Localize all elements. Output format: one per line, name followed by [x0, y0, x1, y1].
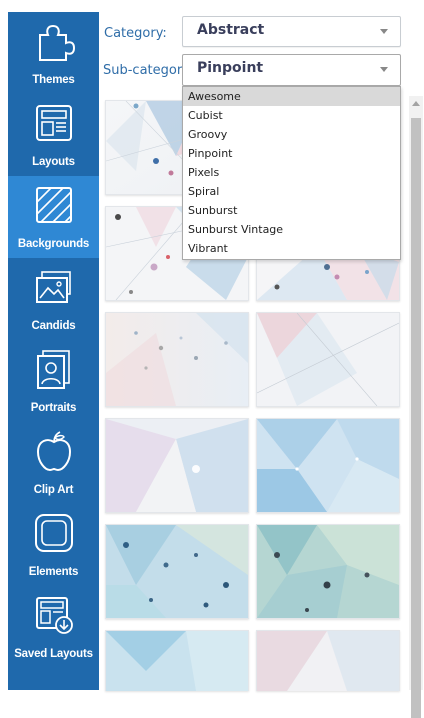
- sidebar-item-themes[interactable]: Themes: [8, 12, 99, 94]
- dropdown-option-vibrant[interactable]: Vibrant: [183, 239, 400, 258]
- background-thumbnail[interactable]: [256, 418, 400, 513]
- dropdown-option-sunburst[interactable]: Sunburst: [183, 201, 400, 220]
- sidebar-item-saved-layouts[interactable]: Saved Layouts: [8, 586, 99, 668]
- rounded-square-icon: [33, 512, 75, 554]
- category-select[interactable]: Abstract: [182, 16, 401, 47]
- puzzle-icon: [33, 20, 75, 62]
- category-value: Abstract: [197, 22, 265, 38]
- subcategory-dropdown-list: Awesome Cubist Groovy Pinpoint Pixels Sp…: [182, 86, 401, 260]
- category-label: Category:: [104, 26, 167, 41]
- layout-icon: [33, 102, 75, 144]
- sidebar-item-clip-art[interactable]: Clip Art: [8, 422, 99, 504]
- subcategory-select[interactable]: Pinpoint: [182, 54, 401, 86]
- dropdown-option-spiral[interactable]: Spiral: [183, 182, 400, 201]
- scroll-up-arrow-icon[interactable]: [412, 101, 420, 106]
- background-thumbnail[interactable]: [105, 312, 249, 407]
- sidebar: Themes Layouts Backgrounds Candids Portr…: [8, 12, 99, 690]
- background-thumbnail[interactable]: [256, 524, 400, 619]
- hatched-square-icon: [33, 184, 75, 226]
- sidebar-item-backgrounds[interactable]: Backgrounds: [8, 176, 99, 258]
- sidebar-item-elements[interactable]: Elements: [8, 504, 99, 586]
- portrait-icon: [33, 348, 75, 390]
- background-thumbnail[interactable]: [256, 312, 400, 407]
- background-thumbnail[interactable]: [105, 630, 249, 691]
- dropdown-option-cubist[interactable]: Cubist: [183, 106, 400, 125]
- dropdown-option-awesome[interactable]: Awesome: [183, 87, 400, 106]
- subcategory-label: Sub-category:: [103, 63, 194, 78]
- photo-icon: [33, 266, 75, 308]
- chevron-down-icon: [380, 67, 388, 72]
- sidebar-item-portraits[interactable]: Portraits: [8, 340, 99, 422]
- sidebar-item-layouts[interactable]: Layouts: [8, 94, 99, 176]
- scrollbar[interactable]: [409, 96, 423, 718]
- background-thumbnail[interactable]: [256, 630, 400, 691]
- dropdown-option-sunburst-vintage[interactable]: Sunburst Vintage: [183, 220, 400, 239]
- chevron-down-icon: [380, 29, 388, 34]
- background-thumbnail[interactable]: [105, 418, 249, 513]
- background-thumbnail[interactable]: [105, 524, 249, 619]
- dropdown-option-pinpoint[interactable]: Pinpoint: [183, 144, 400, 163]
- dropdown-option-groovy[interactable]: Groovy: [183, 125, 400, 144]
- saved-layout-icon: [33, 594, 75, 636]
- dropdown-option-pixels[interactable]: Pixels: [183, 163, 400, 182]
- apple-icon: [33, 430, 75, 472]
- sidebar-item-candids[interactable]: Candids: [8, 258, 99, 340]
- subcategory-value: Pinpoint: [197, 60, 264, 76]
- scrollbar-thumb[interactable]: [411, 118, 421, 718]
